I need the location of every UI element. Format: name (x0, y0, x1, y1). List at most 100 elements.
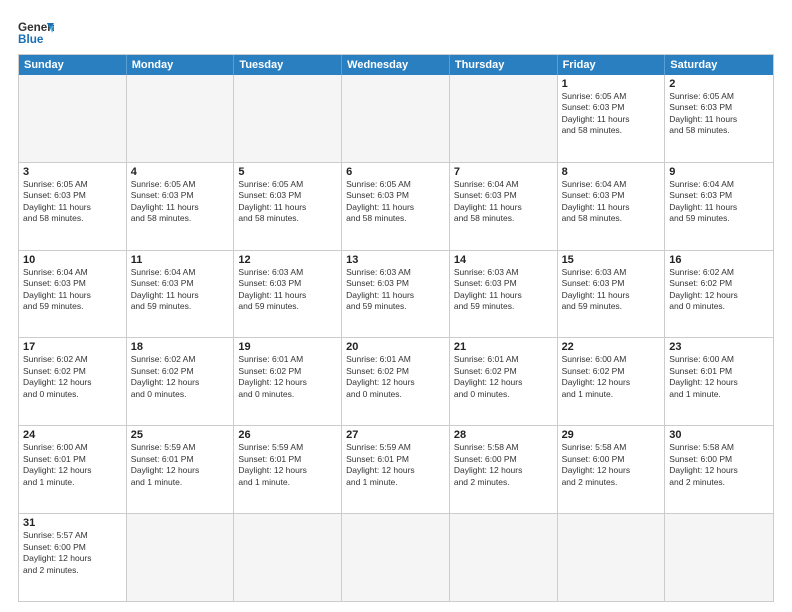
calendar-cell: 23Sunrise: 6:00 AM Sunset: 6:01 PM Dayli… (665, 338, 773, 425)
calendar-cell: 3Sunrise: 6:05 AM Sunset: 6:03 PM Daylig… (19, 163, 127, 250)
day-info: Sunrise: 5:58 AM Sunset: 6:00 PM Dayligh… (669, 442, 769, 488)
calendar-cell: 14Sunrise: 6:03 AM Sunset: 6:03 PM Dayli… (450, 251, 558, 338)
day-number: 12 (238, 254, 337, 266)
calendar-cell: 16Sunrise: 6:02 AM Sunset: 6:02 PM Dayli… (665, 251, 773, 338)
logo-icon: General Blue (18, 18, 54, 46)
day-info: Sunrise: 6:05 AM Sunset: 6:03 PM Dayligh… (562, 91, 661, 137)
day-number: 14 (454, 254, 553, 266)
calendar-cell: 10Sunrise: 6:04 AM Sunset: 6:03 PM Dayli… (19, 251, 127, 338)
calendar-cell (127, 75, 235, 162)
day-info: Sunrise: 6:04 AM Sunset: 6:03 PM Dayligh… (23, 267, 122, 313)
calendar-cell: 6Sunrise: 6:05 AM Sunset: 6:03 PM Daylig… (342, 163, 450, 250)
day-info: Sunrise: 6:04 AM Sunset: 6:03 PM Dayligh… (454, 179, 553, 225)
day-info: Sunrise: 6:04 AM Sunset: 6:03 PM Dayligh… (669, 179, 769, 225)
day-number: 18 (131, 341, 230, 353)
calendar-cell: 28Sunrise: 5:58 AM Sunset: 6:00 PM Dayli… (450, 426, 558, 513)
day-info: Sunrise: 5:59 AM Sunset: 6:01 PM Dayligh… (346, 442, 445, 488)
day-info: Sunrise: 6:05 AM Sunset: 6:03 PM Dayligh… (238, 179, 337, 225)
day-info: Sunrise: 6:01 AM Sunset: 6:02 PM Dayligh… (238, 354, 337, 400)
calendar-cell: 5Sunrise: 6:05 AM Sunset: 6:03 PM Daylig… (234, 163, 342, 250)
day-info: Sunrise: 6:02 AM Sunset: 6:02 PM Dayligh… (669, 267, 769, 313)
calendar-cell (127, 514, 235, 601)
day-number: 1 (562, 78, 661, 90)
header: General Blue (18, 18, 774, 46)
calendar-cell (558, 514, 666, 601)
day-number: 2 (669, 78, 769, 90)
day-number: 20 (346, 341, 445, 353)
day-number: 5 (238, 166, 337, 178)
day-number: 19 (238, 341, 337, 353)
calendar: SundayMondayTuesdayWednesdayThursdayFrid… (18, 54, 774, 602)
weekday-header: Saturday (665, 55, 773, 75)
day-number: 13 (346, 254, 445, 266)
calendar-cell: 24Sunrise: 6:00 AM Sunset: 6:01 PM Dayli… (19, 426, 127, 513)
calendar-cell: 20Sunrise: 6:01 AM Sunset: 6:02 PM Dayli… (342, 338, 450, 425)
weekday-header: Tuesday (234, 55, 342, 75)
day-number: 15 (562, 254, 661, 266)
calendar-cell: 25Sunrise: 5:59 AM Sunset: 6:01 PM Dayli… (127, 426, 235, 513)
day-number: 25 (131, 429, 230, 441)
day-info: Sunrise: 6:01 AM Sunset: 6:02 PM Dayligh… (346, 354, 445, 400)
day-number: 17 (23, 341, 122, 353)
day-info: Sunrise: 6:03 AM Sunset: 6:03 PM Dayligh… (562, 267, 661, 313)
calendar-cell: 31Sunrise: 5:57 AM Sunset: 6:00 PM Dayli… (19, 514, 127, 601)
day-number: 26 (238, 429, 337, 441)
day-number: 27 (346, 429, 445, 441)
day-info: Sunrise: 6:02 AM Sunset: 6:02 PM Dayligh… (23, 354, 122, 400)
calendar-cell: 12Sunrise: 6:03 AM Sunset: 6:03 PM Dayli… (234, 251, 342, 338)
calendar-cell: 11Sunrise: 6:04 AM Sunset: 6:03 PM Dayli… (127, 251, 235, 338)
day-info: Sunrise: 6:03 AM Sunset: 6:03 PM Dayligh… (454, 267, 553, 313)
day-number: 9 (669, 166, 769, 178)
calendar-cell: 7Sunrise: 6:04 AM Sunset: 6:03 PM Daylig… (450, 163, 558, 250)
weekday-header: Monday (127, 55, 235, 75)
calendar-cell (234, 514, 342, 601)
day-number: 11 (131, 254, 230, 266)
calendar-cell (19, 75, 127, 162)
day-info: Sunrise: 5:58 AM Sunset: 6:00 PM Dayligh… (454, 442, 553, 488)
logo: General Blue (18, 18, 54, 46)
day-number: 4 (131, 166, 230, 178)
day-number: 6 (346, 166, 445, 178)
calendar-body: 1Sunrise: 6:05 AM Sunset: 6:03 PM Daylig… (19, 75, 773, 601)
calendar-cell (342, 75, 450, 162)
weekday-header: Thursday (450, 55, 558, 75)
calendar-cell: 15Sunrise: 6:03 AM Sunset: 6:03 PM Dayli… (558, 251, 666, 338)
day-info: Sunrise: 5:57 AM Sunset: 6:00 PM Dayligh… (23, 530, 122, 576)
calendar-cell (342, 514, 450, 601)
calendar-row: 10Sunrise: 6:04 AM Sunset: 6:03 PM Dayli… (19, 250, 773, 338)
calendar-cell: 2Sunrise: 6:05 AM Sunset: 6:03 PM Daylig… (665, 75, 773, 162)
day-info: Sunrise: 6:03 AM Sunset: 6:03 PM Dayligh… (238, 267, 337, 313)
day-number: 28 (454, 429, 553, 441)
day-info: Sunrise: 6:05 AM Sunset: 6:03 PM Dayligh… (131, 179, 230, 225)
day-info: Sunrise: 6:03 AM Sunset: 6:03 PM Dayligh… (346, 267, 445, 313)
calendar-row: 3 Sunrise: 6:05 AM Sunset: 6:03 PM Daylig… (19, 162, 773, 250)
calendar-cell: 22Sunrise: 6:00 AM Sunset: 6:02 PM Dayli… (558, 338, 666, 425)
day-number: 16 (669, 254, 769, 266)
day-number: 29 (562, 429, 661, 441)
calendar-cell: 17Sunrise: 6:02 AM Sunset: 6:02 PM Dayli… (19, 338, 127, 425)
day-info: Sunrise: 5:58 AM Sunset: 6:00 PM Dayligh… (562, 442, 661, 488)
calendar-cell: 13Sunrise: 6:03 AM Sunset: 6:03 PM Dayli… (342, 251, 450, 338)
calendar-cell (450, 514, 558, 601)
day-number: 10 (23, 254, 122, 266)
day-info: Sunrise: 6:00 AM Sunset: 6:02 PM Dayligh… (562, 354, 661, 400)
day-number: 30 (669, 429, 769, 441)
day-number: 21 (454, 341, 553, 353)
calendar-row: 1Sunrise: 6:05 AM Sunset: 6:03 PM Daylig… (19, 75, 773, 162)
calendar-cell: 19Sunrise: 6:01 AM Sunset: 6:02 PM Dayli… (234, 338, 342, 425)
calendar-cell: 18Sunrise: 6:02 AM Sunset: 6:02 PM Dayli… (127, 338, 235, 425)
calendar-cell: 21Sunrise: 6:01 AM Sunset: 6:02 PM Dayli… (450, 338, 558, 425)
day-info: Sunrise: 6:04 AM Sunset: 6:03 PM Dayligh… (562, 179, 661, 225)
day-info: Sunrise: 6:02 AM Sunset: 6:02 PM Dayligh… (131, 354, 230, 400)
calendar-row: 31Sunrise: 5:57 AM Sunset: 6:00 PM Dayli… (19, 513, 773, 601)
day-info: Sunrise: 6:05 AM Sunset: 6:03 PM Dayligh… (346, 179, 445, 225)
day-info: Sunrise: 6:01 AM Sunset: 6:02 PM Dayligh… (454, 354, 553, 400)
calendar-row: 17Sunrise: 6:02 AM Sunset: 6:02 PM Dayli… (19, 337, 773, 425)
calendar-cell: 1Sunrise: 6:05 AM Sunset: 6:03 PM Daylig… (558, 75, 666, 162)
calendar-cell (450, 75, 558, 162)
calendar-cell: 8Sunrise: 6:04 AM Sunset: 6:03 PM Daylig… (558, 163, 666, 250)
day-number: 22 (562, 341, 661, 353)
weekday-header: Friday (558, 55, 666, 75)
calendar-cell (665, 514, 773, 601)
day-number: 3 (23, 166, 122, 178)
